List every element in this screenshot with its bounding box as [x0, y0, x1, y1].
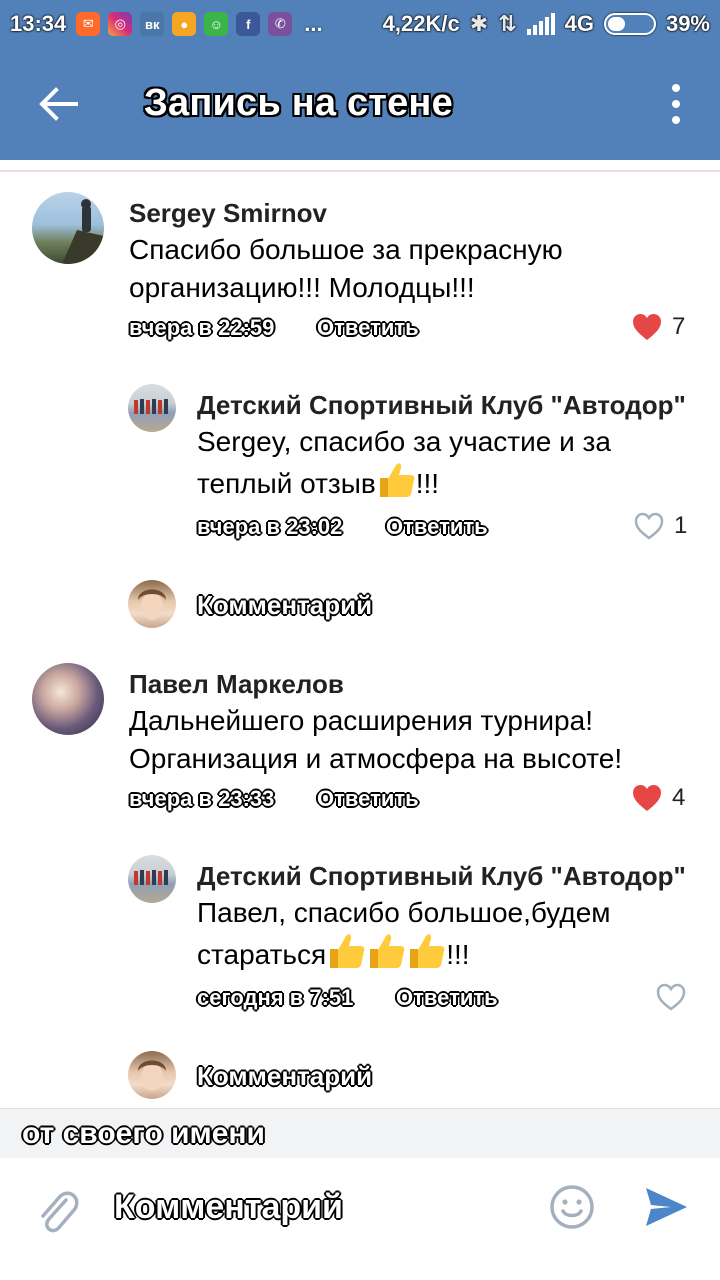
comment-time: вчера в 23:33	[129, 786, 275, 811]
avatar[interactable]	[128, 855, 176, 903]
page-title: Запись на стене	[144, 82, 453, 124]
comment-author[interactable]: Sergey Smirnov	[129, 198, 327, 229]
status-bar: 13:34 ✉ ◎ вк ● ☺ f ✆ ... 4,22K/c ✱ ⇅ 4G …	[0, 0, 720, 48]
more-options-icon[interactable]	[664, 84, 688, 124]
heart-filled-icon	[633, 314, 661, 340]
notification-app-icon: ✉	[76, 12, 101, 36]
heart-outline-icon	[634, 512, 664, 540]
ok-icon: ●	[172, 12, 197, 36]
android-app-icon: ☺	[204, 12, 229, 36]
toolbar: Запись на стене	[0, 48, 720, 160]
comment-time: сегодня в 7:51	[197, 985, 354, 1010]
divider	[0, 170, 720, 172]
reply-button[interactable]: Ответить	[317, 315, 419, 341]
thumbs-up-emoji-icon	[379, 463, 415, 497]
reply-button[interactable]: Ответить	[386, 514, 488, 540]
like-button[interactable]: 1	[634, 512, 687, 540]
like-button[interactable]	[656, 983, 686, 1011]
thumbs-up-emoji-icon	[370, 934, 405, 968]
comment-prompt-label[interactable]: Комментарий	[197, 1061, 372, 1092]
like-count: 4	[672, 784, 686, 811]
avatar[interactable]	[32, 663, 104, 735]
thumbs-up-emoji-icon	[330, 934, 365, 968]
emoji-icon[interactable]	[549, 1184, 595, 1230]
reply-button[interactable]: Ответить	[396, 985, 498, 1011]
send-icon[interactable]	[643, 1184, 689, 1230]
network-type: 4G	[564, 11, 594, 36]
comment-text: Дальнейшего расширения турнира! Организац…	[129, 705, 623, 774]
comment-text: Павел, спасибо большое,будем стараться!!!	[197, 897, 611, 970]
bluetooth-icon: ✱	[469, 11, 489, 36]
comment-author[interactable]: Детский Спортивный Клуб "Автодор"	[197, 390, 686, 421]
net-speed: 4,22K/c	[382, 11, 460, 36]
thumbs-up-emoji-icon	[410, 934, 445, 968]
vk-icon: вк	[140, 12, 165, 36]
attach-icon[interactable]	[36, 1186, 80, 1238]
status-time: 13:34	[10, 11, 67, 36]
heart-outline-icon	[656, 983, 686, 1011]
user-avatar	[128, 1051, 176, 1099]
back-arrow-icon[interactable]	[36, 82, 80, 126]
post-as-label[interactable]: от своего имени	[22, 1117, 265, 1151]
avatar[interactable]	[128, 384, 176, 432]
heart-filled-icon	[633, 785, 661, 811]
comment-author[interactable]: Детский Спортивный Клуб "Автодор"	[197, 861, 686, 892]
like-button[interactable]: 4	[632, 784, 685, 812]
viber-icon: ✆	[268, 12, 293, 36]
comment-text: Спасибо большое за прекрасную организацию…	[129, 234, 563, 303]
facebook-icon: f	[236, 12, 261, 36]
comment-time: вчера в 22:59	[129, 315, 275, 340]
user-avatar	[128, 580, 176, 628]
more-notifications-icon: ...	[304, 11, 323, 36]
comment-prompt-label[interactable]: Комментарий	[197, 590, 372, 621]
like-button[interactable]: 7	[632, 313, 685, 341]
battery-icon	[603, 13, 656, 35]
post-as-bar[interactable]: от своего имени	[0, 1108, 720, 1158]
reply-button[interactable]: Ответить	[317, 786, 419, 812]
comment-author[interactable]: Павел Маркелов	[129, 669, 344, 700]
comment-input[interactable]: Комментарий	[114, 1188, 343, 1227]
comment-composer: Комментарий	[0, 1158, 720, 1280]
like-count: 7	[672, 313, 686, 340]
data-transfer-icon: ⇅	[498, 11, 517, 36]
comment-time: вчера в 23:02	[197, 514, 343, 539]
avatar[interactable]	[32, 192, 104, 264]
comment-text: Sergey, спасибо за участие и за теплый от…	[197, 426, 611, 499]
instagram-icon: ◎	[108, 12, 133, 36]
signal-icon	[526, 13, 555, 35]
battery-percent: 39%	[665, 11, 710, 36]
like-count: 1	[674, 512, 688, 539]
